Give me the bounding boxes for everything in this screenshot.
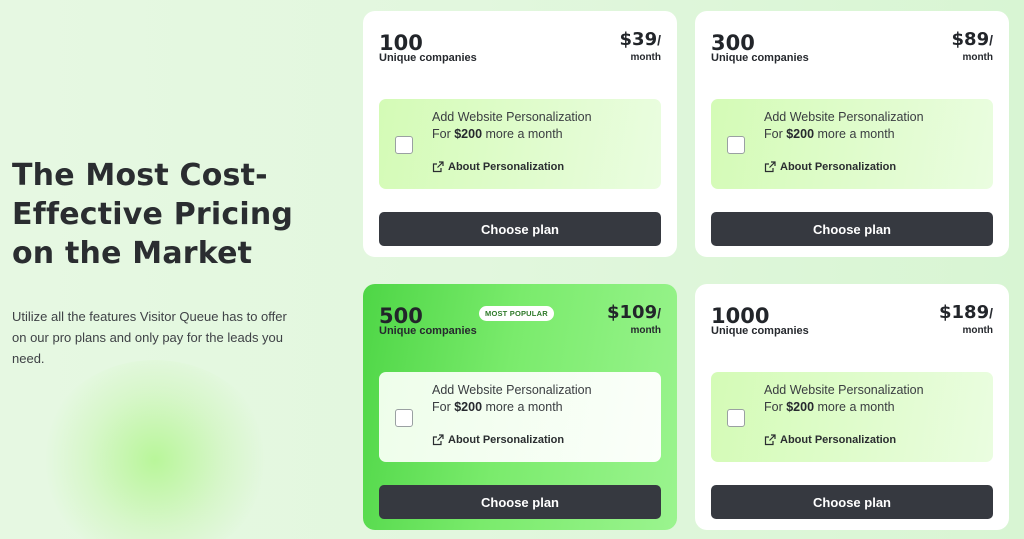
choose-plan-button[interactable]: Choose plan (379, 485, 661, 519)
external-link-icon (764, 434, 776, 446)
addon-price: For $200 more a month (764, 127, 895, 141)
plan-price: $89/ month (951, 29, 993, 63)
addon-title: Add Website Personalization (432, 110, 592, 124)
plan-price: $189/ month (939, 302, 993, 336)
price-period: month (630, 325, 661, 336)
personalization-addon: Add Website Personalization For $200 mor… (711, 99, 993, 189)
about-personalization-link[interactable]: About Personalization (764, 161, 896, 173)
plan-price: $39/ month (619, 29, 661, 63)
plan-unit: Unique companies (711, 325, 809, 337)
hero-description: Utilize all the features Visitor Queue h… (12, 309, 287, 366)
personalization-addon: Add Website Personalization For $200 mor… (379, 372, 661, 462)
choose-plan-button[interactable]: Choose plan (379, 212, 661, 246)
plan-unit: Unique companies (379, 52, 477, 64)
price-amount: $109 (607, 302, 658, 323)
personalization-addon: Add Website Personalization For $200 mor… (379, 99, 661, 189)
plan-card-500: 500 MOST POPULAR Unique companies $109/ … (363, 284, 677, 530)
personalization-addon: Add Website Personalization For $200 mor… (711, 372, 993, 462)
plan-card-1000: 1000 Unique companies $189/ month Add We… (695, 284, 1009, 530)
price-period: month (630, 52, 661, 63)
price-period: month (962, 325, 993, 336)
about-personalization-link[interactable]: About Personalization (432, 434, 564, 446)
personalization-checkbox[interactable] (727, 409, 745, 427)
plan-unit: Unique companies (379, 325, 477, 337)
plan-card-100: 100 Unique companies $39/ month Add Webs… (363, 11, 677, 257)
price-amount: $189 (939, 302, 990, 323)
addon-title: Add Website Personalization (764, 383, 924, 397)
price-amount: $39 (619, 29, 658, 50)
addon-title: Add Website Personalization (432, 383, 592, 397)
personalization-checkbox[interactable] (395, 136, 413, 154)
about-personalization-link[interactable]: About Personalization (432, 161, 564, 173)
personalization-checkbox[interactable] (727, 136, 745, 154)
choose-plan-button[interactable]: Choose plan (711, 485, 993, 519)
choose-plan-button[interactable]: Choose plan (711, 212, 993, 246)
most-popular-badge: MOST POPULAR (479, 306, 554, 321)
external-link-icon (764, 161, 776, 173)
about-personalization-link[interactable]: About Personalization (764, 434, 896, 446)
price-amount: $89 (951, 29, 990, 50)
hero-section: The Most Cost- Effective Pricing on the … (12, 156, 312, 369)
external-link-icon (432, 434, 444, 446)
plan-price: $109/ month (607, 302, 661, 336)
page-title: The Most Cost- Effective Pricing on the … (12, 158, 294, 271)
background-glow (40, 360, 270, 539)
personalization-checkbox[interactable] (395, 409, 413, 427)
addon-price: For $200 more a month (764, 400, 895, 414)
addon-price: For $200 more a month (432, 127, 563, 141)
plan-card-300: 300 Unique companies $89/ month Add Webs… (695, 11, 1009, 257)
plan-unit: Unique companies (711, 52, 809, 64)
addon-price: For $200 more a month (432, 400, 563, 414)
price-period: month (962, 52, 993, 63)
addon-title: Add Website Personalization (764, 110, 924, 124)
external-link-icon (432, 161, 444, 173)
